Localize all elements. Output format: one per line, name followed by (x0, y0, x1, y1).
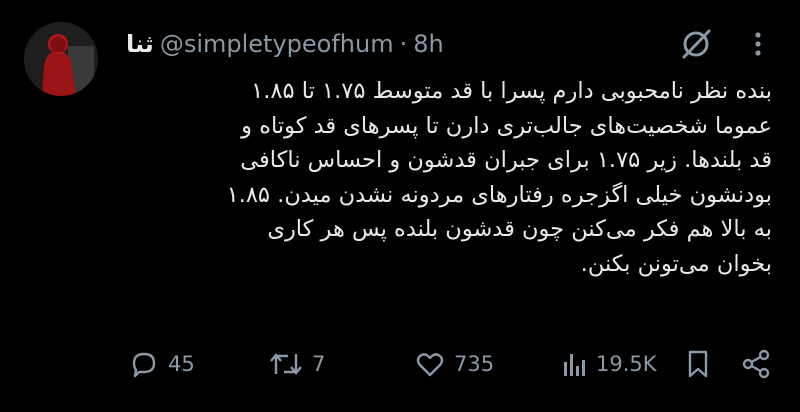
repost-icon (268, 348, 304, 380)
avatar[interactable] (24, 22, 98, 96)
like-button[interactable]: 735 (414, 346, 494, 382)
reply-button[interactable]: 45 (128, 346, 195, 382)
share-icon (740, 348, 772, 380)
views-button[interactable]: 19.5K (560, 346, 657, 382)
separator-dot: · (399, 30, 408, 58)
action-bar: 45 7 735 19.5K (128, 346, 778, 382)
share-button[interactable] (740, 346, 772, 382)
bookmark-icon (684, 348, 712, 380)
display-name[interactable]: ثنا (126, 30, 154, 58)
views-icon (560, 348, 588, 380)
heart-icon (414, 348, 446, 380)
user-handle[interactable]: @simpletypeofhum (160, 30, 394, 58)
grok-icon[interactable] (678, 26, 714, 62)
reply-icon (128, 348, 160, 380)
tweet-header: ثنا @simpletypeofhum · 8h (126, 28, 444, 60)
avatar-image (24, 22, 98, 96)
more-icon[interactable] (744, 28, 772, 60)
reply-count: 45 (168, 352, 195, 376)
bookmark-button[interactable] (684, 346, 712, 382)
repost-button[interactable]: 7 (268, 346, 325, 382)
like-count: 735 (454, 352, 495, 376)
views-count: 19.5K (596, 352, 657, 376)
tweet-text: بنده نظر نامحبوبی دارم پسرا با قد متوسط … (226, 78, 772, 277)
timestamp[interactable]: 8h (413, 30, 443, 58)
repost-count: 7 (312, 352, 326, 376)
